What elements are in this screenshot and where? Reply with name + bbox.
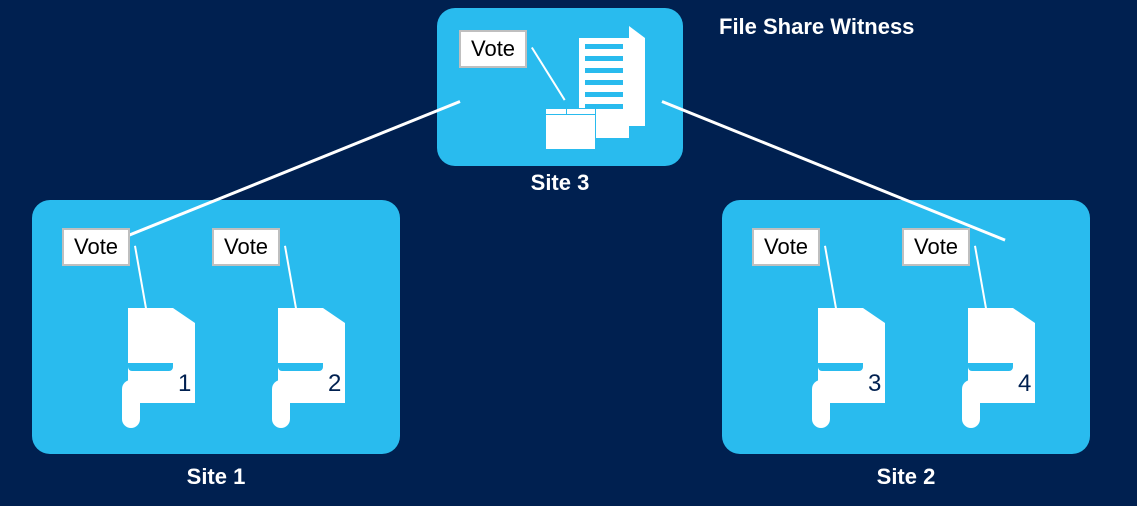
vote-tag-witness: Vote [459,30,527,68]
vote-tag-1: Vote [62,228,130,266]
site1-label: Site 1 [32,464,400,490]
site2-label: Site 2 [722,464,1090,490]
site3-label: Site 3 [437,170,683,196]
server-1-icon: 1 [128,308,198,428]
server-2-icon: 2 [278,308,348,428]
server-2-num: 2 [328,370,341,398]
site1-panel: Vote 1 Vote 2 [32,200,400,454]
vote-tag-4: Vote [902,228,970,266]
lead-witness [531,47,566,101]
site2-panel: Vote 3 Vote 4 [722,200,1090,454]
vote-tag-2: Vote [212,228,280,266]
server-1-num: 1 [178,370,191,398]
witness-title: File Share Witness [719,14,914,40]
site3-panel: Vote [437,8,683,166]
vote-tag-3: Vote [752,228,820,266]
server-3-icon: 3 [818,308,888,428]
server-3-num: 3 [868,370,881,398]
folder-icon [545,108,600,150]
server-4-num: 4 [1018,370,1031,398]
server-4-icon: 4 [968,308,1038,428]
